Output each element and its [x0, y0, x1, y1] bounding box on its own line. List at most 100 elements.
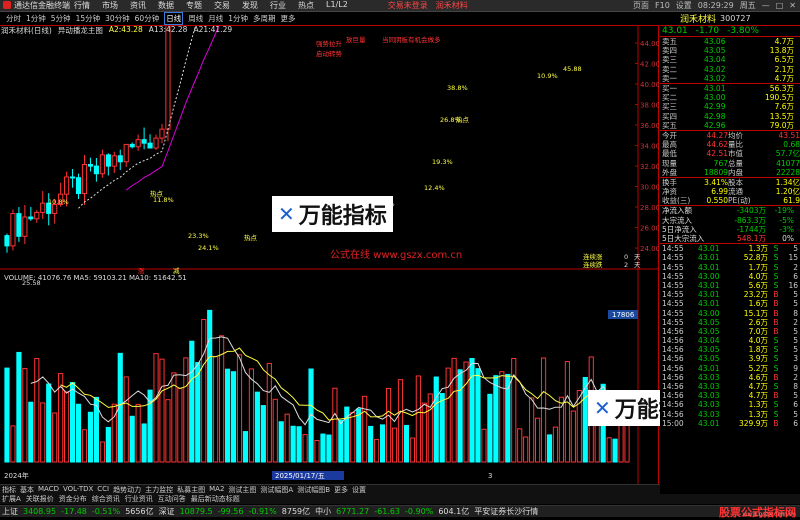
menu-item[interactable]: 热点: [298, 0, 314, 11]
period-tab[interactable]: 多周期: [253, 13, 276, 24]
tick-side: S: [773, 244, 779, 254]
price-tick-label: 28.00: [640, 204, 659, 212]
extension-tab[interactable]: 资金分布: [59, 494, 87, 504]
menu-item[interactable]: 发现: [242, 0, 258, 11]
period-tab[interactable]: 60分钟: [135, 13, 160, 24]
menu-item[interactable]: 行业: [270, 0, 286, 11]
candle-body: [141, 139, 147, 144]
extension-tab[interactable]: 关联报价: [26, 494, 54, 504]
extension-tab[interactable]: 行业资讯: [125, 494, 153, 504]
period-tab[interactable]: 5分钟: [51, 13, 71, 24]
menu-item[interactable]: 交易: [214, 0, 230, 11]
indicator-tab[interactable]: 指标: [2, 485, 16, 494]
minimize-icon[interactable]: —: [762, 1, 770, 10]
candle-body: [22, 216, 28, 237]
page-button[interactable]: 页面: [633, 0, 649, 11]
menu-item[interactable]: 行情: [74, 0, 90, 11]
title-right: 页面 F10 设置 08:29:29 周五 — □ ✕: [633, 0, 800, 11]
menu-item[interactable]: 资讯: [130, 0, 146, 11]
stat-value: 6.99: [711, 187, 728, 197]
extension-tab[interactable]: 综合资讯: [92, 494, 120, 504]
period-tab[interactable]: 15分钟: [76, 13, 101, 24]
indicator-tab[interactable]: MA2: [209, 485, 224, 494]
period-tab[interactable]: 月线: [208, 13, 223, 24]
pct-label: 24.1%: [198, 244, 219, 252]
menu-item[interactable]: 市场: [102, 0, 118, 11]
period-tab[interactable]: 分时: [6, 13, 21, 24]
indicator-tab[interactable]: 趋势动力: [113, 485, 141, 494]
ask-row[interactable]: 卖一 43.02 4.7万: [660, 74, 800, 83]
logo-mark-icon: ✕: [594, 396, 611, 420]
candle-body: [153, 137, 159, 149]
indicator-tabs: 指标 基本 MACD VOL-TDX CCI 趋势动力 主力监控 私募主图 MA2 测试主图 测试幅…: [0, 484, 660, 494]
indicator-tab[interactable]: 测试幅图B: [297, 485, 330, 494]
indicator-tab[interactable]: 主力监控: [145, 485, 173, 494]
tick-count: 5: [793, 290, 798, 300]
menu-item[interactable]: 数据: [158, 0, 174, 11]
chart-annotation: 2: [624, 261, 628, 269]
period-tab[interactable]: 1分钟: [26, 13, 46, 24]
close-icon[interactable]: ✕: [789, 1, 796, 10]
flow-pct: -5%: [779, 215, 794, 225]
indicator-tab[interactable]: CCI: [97, 485, 109, 494]
ask-price: 43.06: [704, 37, 726, 47]
tick-volume: 329.9万: [739, 418, 768, 428]
candle-body: [34, 211, 40, 220]
period-tab-selected[interactable]: 日线: [164, 12, 184, 25]
indicator-name[interactable]: 异动播龙主图: [58, 25, 103, 35]
indicator-tab[interactable]: 测试主图: [228, 485, 256, 494]
current-stock-notice[interactable]: 润禾材料: [436, 0, 468, 11]
tick-count: 5: [793, 345, 798, 355]
tick-count: 3: [793, 354, 798, 364]
bid-price: 43.00: [704, 93, 726, 103]
period-tab[interactable]: 30分钟: [105, 13, 130, 24]
indicator-tab[interactable]: MACD: [38, 485, 59, 494]
volume-bar: [278, 421, 284, 463]
volume-bar: [296, 426, 302, 463]
price-tick-label: 32.00: [640, 163, 659, 171]
indicator-tab[interactable]: 更多: [334, 485, 348, 494]
extension-tab[interactable]: 最后新动态标题: [191, 494, 240, 504]
volume-bar: [75, 403, 82, 463]
indicator-tab[interactable]: 基本: [20, 485, 34, 494]
bid-row[interactable]: 买五 42.96 79.0万: [660, 121, 800, 130]
indicator-tab[interactable]: 私募主图: [177, 485, 205, 494]
ma-label: A2:43.28: [108, 25, 143, 34]
indicator-tab[interactable]: 测试幅图A: [260, 485, 293, 494]
extension-tab[interactable]: 互动问答: [158, 494, 186, 504]
settings-button[interactable]: 设置: [676, 0, 692, 11]
pct-label: 10.9%: [537, 72, 558, 80]
volume-bar: [40, 402, 46, 463]
flow-row: 5日大宗流入 548.1万 0%: [660, 234, 800, 243]
menu-item[interactable]: 专题: [186, 0, 202, 11]
kline-chart[interactable]: 44.00 42.00 40.00 38.00 36.00 34.00 32.00 30.00…: [0, 0, 660, 485]
ask-book: 卖五 43.06 4.7万 卖四 43.05 13.8万 卖三 43.04 6.5万 卖二 43.0…: [660, 37, 800, 83]
volume-bar: [487, 393, 493, 463]
stat-value: 3.41%: [704, 177, 728, 187]
watermark-logo: ✕ 万能指标: [272, 196, 393, 232]
tick-time: 14:56: [662, 326, 684, 336]
bid-price: 42.96: [704, 120, 726, 130]
panel-stock-name: 润禾材料: [680, 15, 717, 25]
f10-button[interactable]: F10: [655, 1, 670, 10]
tick-list[interactable]: 14:55 43.01 1.3万 S 5 14:55 43.01 52.8万 S 15 14:55 4…: [660, 243, 800, 428]
chart-area[interactable]: 44.00 42.00 40.00 38.00 36.00 34.00 32.00 30.00…: [0, 0, 660, 485]
extension-tab[interactable]: 扩展A: [2, 494, 21, 504]
price-tick-label: 26.00: [640, 225, 659, 233]
menu-item[interactable]: L1/L2: [326, 0, 348, 11]
period-tab[interactable]: 1分钟: [228, 13, 248, 24]
status-item: 6771.27: [336, 507, 370, 516]
period-tab[interactable]: 周线: [188, 13, 203, 24]
login-notice[interactable]: 交易未登录: [388, 0, 428, 11]
volume-bar: [403, 424, 410, 463]
status-item: -99.56: [217, 507, 244, 516]
indicator-tab[interactable]: VOL-TDX: [63, 485, 93, 494]
bid-price: 42.98: [704, 111, 726, 121]
tick-row[interactable]: 15:00 43.01 329.9万 B 6: [660, 419, 800, 428]
period-tab[interactable]: 更多: [280, 13, 295, 24]
volume-bar: [362, 395, 368, 463]
maximize-icon[interactable]: □: [776, 1, 784, 10]
price-tick-label: 34.00: [640, 143, 659, 151]
indicator-tab[interactable]: 设置: [352, 485, 366, 494]
tick-side: B: [773, 308, 779, 318]
